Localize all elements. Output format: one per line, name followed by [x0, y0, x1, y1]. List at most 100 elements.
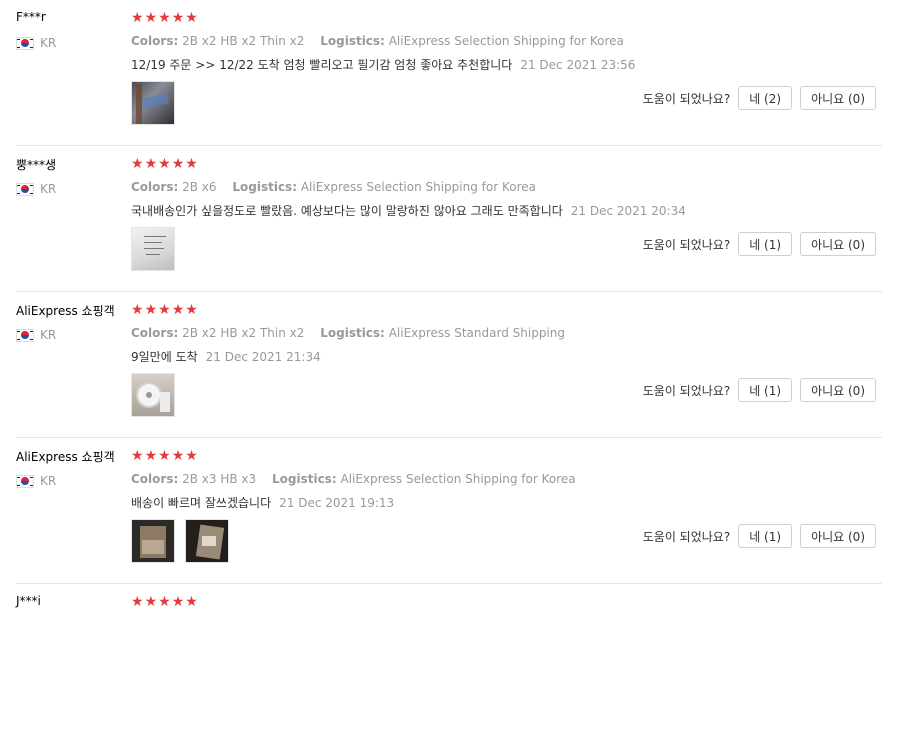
star-icon: ★	[171, 302, 185, 318]
colors-label: Colors:	[131, 34, 179, 48]
reviewer-country: KR	[16, 36, 56, 50]
logistics-value: AliExpress Standard Shipping	[388, 326, 565, 340]
helpful-yes-button[interactable]: 네 (1)	[738, 232, 793, 256]
star-icon: ★	[171, 594, 185, 610]
review-meta: Colors: 2B x6 Logistics: AliExpress Sele…	[131, 180, 536, 194]
review-meta: Colors: 2B x3 HB x3 Logistics: AliExpres…	[131, 472, 576, 486]
logistics-value: AliExpress Selection Shipping for Korea	[300, 180, 536, 194]
logistics-label: Logistics:	[232, 180, 297, 194]
review-body: 12/19 주문 >> 12/22 도착 엄청 빨리오고 필기감 엄청 좋아요 …	[131, 58, 513, 72]
review-body: 9일만에 도착	[131, 350, 198, 364]
star-icon: ★	[171, 10, 185, 26]
country-code: KR	[40, 182, 57, 196]
logistics-label: Logistics:	[320, 34, 385, 48]
star-icon: ★	[144, 302, 158, 318]
korea-flag-icon	[16, 182, 34, 196]
rating-stars: ★ ★ ★ ★ ★	[131, 595, 198, 609]
star-icon: ★	[144, 448, 158, 464]
star-icon: ★	[185, 302, 198, 318]
rating-stars: ★ ★ ★ ★ ★	[131, 157, 198, 171]
star-icon: ★	[185, 594, 198, 610]
helpful-yes-button[interactable]: 네 (1)	[738, 524, 793, 548]
colors-label: Colors:	[131, 180, 179, 194]
star-icon: ★	[131, 594, 144, 610]
review-photo[interactable]	[131, 81, 175, 125]
review-date: 21 Dec 2021 21:34	[205, 350, 321, 364]
country-code: KR	[40, 328, 57, 342]
helpful-yes-button[interactable]: 네 (1)	[738, 378, 793, 402]
star-icon: ★	[158, 448, 171, 464]
helpful-no-button[interactable]: 아니요 (0)	[800, 378, 876, 402]
helpful-vote: 도움이 되었나요? 네 (1) 아니요 (0)	[643, 524, 876, 548]
star-icon: ★	[144, 10, 158, 26]
review-date: 21 Dec 2021 19:13	[279, 496, 395, 510]
review-date: 21 Dec 2021 23:56	[520, 58, 636, 72]
korea-flag-icon	[16, 328, 34, 342]
review-item: 뿡***생 KR ★ ★ ★ ★ ★ Colors: 2B x6 Logistics: …	[0, 146, 900, 292]
review-date: 21 Dec 2021 20:34	[570, 204, 686, 218]
review-photos	[131, 227, 175, 271]
review-text: 12/19 주문 >> 12/22 도착 엄청 빨리오고 필기감 엄청 좋아요 …	[131, 56, 635, 73]
review-photo[interactable]	[131, 227, 175, 271]
colors-value: 2B x6	[182, 180, 217, 194]
helpful-vote: 도움이 되었나요? 네 (1) 아니요 (0)	[643, 378, 876, 402]
review-photos	[131, 519, 229, 563]
rating-stars: ★ ★ ★ ★ ★	[131, 449, 198, 463]
review-photos	[131, 81, 175, 125]
logistics-label: Logistics:	[320, 326, 385, 340]
country-code: KR	[40, 474, 57, 488]
reviewer-name: J***i	[16, 594, 41, 608]
helpful-vote: 도움이 되었나요? 네 (1) 아니요 (0)	[643, 232, 876, 256]
helpful-no-button[interactable]: 아니요 (0)	[800, 86, 876, 110]
review-text: 배송이 빠르며 잘쓰겠습니다 21 Dec 2021 19:13	[131, 494, 394, 511]
star-icon: ★	[171, 156, 185, 172]
helpful-no-button[interactable]: 아니요 (0)	[800, 524, 876, 548]
star-icon: ★	[185, 448, 198, 464]
helpful-label: 도움이 되었나요?	[642, 529, 731, 544]
review-photo[interactable]	[185, 519, 229, 563]
star-icon: ★	[158, 10, 171, 26]
helpful-label: 도움이 되었나요?	[642, 383, 731, 398]
country-code: KR	[40, 36, 57, 50]
reviewer-country: KR	[16, 182, 56, 196]
review-meta: Colors: 2B x2 HB x2 Thin x2 Logistics: A…	[131, 34, 624, 48]
star-icon: ★	[131, 448, 144, 464]
review-body: 국내배송인가 싶을정도로 빨랐음. 예상보다는 많이 말랑하진 않아요 그래도 …	[131, 204, 563, 218]
star-icon: ★	[158, 156, 171, 172]
star-icon: ★	[171, 448, 185, 464]
review-body: 배송이 빠르며 잘쓰겠습니다	[131, 496, 272, 510]
reviewer-name: F***r	[16, 10, 46, 24]
star-icon: ★	[144, 594, 158, 610]
review-item: F***r KR ★ ★ ★ ★ ★ Colors: 2B x2 HB x2 Thin …	[0, 0, 900, 146]
star-icon: ★	[131, 156, 144, 172]
colors-value: 2B x2 HB x2 Thin x2	[182, 34, 305, 48]
logistics-value: AliExpress Selection Shipping for Korea	[340, 472, 576, 486]
rating-stars: ★ ★ ★ ★ ★	[131, 303, 198, 317]
colors-label: Colors:	[131, 326, 179, 340]
review-photos	[131, 373, 175, 417]
helpful-label: 도움이 되었나요?	[642, 91, 731, 106]
review-photo[interactable]	[131, 519, 175, 563]
helpful-label: 도움이 되었나요?	[642, 237, 731, 252]
reviewer-country: KR	[16, 328, 56, 342]
reviewer-country: KR	[16, 474, 56, 488]
review-meta: Colors: 2B x2 HB x2 Thin x2 Logistics: A…	[131, 326, 565, 340]
colors-value: 2B x3 HB x3	[182, 472, 257, 486]
star-icon: ★	[185, 156, 198, 172]
logistics-label: Logistics:	[271, 472, 337, 486]
logistics-value: AliExpress Selection Shipping for Korea	[388, 34, 624, 48]
star-icon: ★	[158, 594, 171, 610]
review-text: 9일만에 도착 21 Dec 2021 21:34	[131, 348, 321, 365]
helpful-no-button[interactable]: 아니요 (0)	[800, 232, 876, 256]
helpful-vote: 도움이 되었나요? 네 (2) 아니요 (0)	[643, 86, 876, 110]
reviewer-name: AliExpress 쇼핑객	[16, 450, 115, 464]
review-item: AliExpress 쇼핑객 KR ★ ★ ★ ★ ★ Colors: 2B x3 HB…	[0, 438, 900, 584]
reviewer-name: 뿡***생	[16, 158, 57, 172]
colors-label: Colors:	[131, 472, 179, 486]
review-text: 국내배송인가 싶을정도로 빨랐음. 예상보다는 많이 말랑하진 않아요 그래도 …	[131, 202, 686, 219]
helpful-yes-button[interactable]: 네 (2)	[738, 86, 793, 110]
colors-value: 2B x2 HB x2 Thin x2	[182, 326, 305, 340]
star-icon: ★	[144, 156, 158, 172]
star-icon: ★	[158, 302, 171, 318]
review-photo[interactable]	[131, 373, 175, 417]
